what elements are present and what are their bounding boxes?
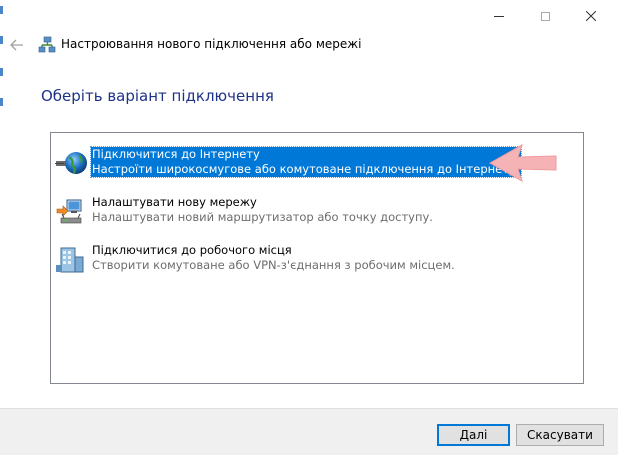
page-heading: Оберіть варіант підключення [41, 87, 274, 105]
edge-tick [0, 6, 3, 14]
wizard-title: Настроювання нового підключення або мере… [61, 37, 362, 51]
option-title: Підключитися до робочого місця [92, 243, 292, 257]
router-setup-icon [56, 199, 82, 224]
next-button[interactable]: Далі [437, 424, 510, 446]
background-window-edge [0, 0, 6, 455]
option-text: Налаштувати нову мережу Налаштувати нови… [92, 195, 433, 225]
globe-network-icon [55, 152, 87, 174]
back-arrow-icon [10, 39, 23, 51]
option-description: Налаштувати новий маршрутизатор або точк… [92, 210, 433, 224]
edge-tick [0, 36, 3, 44]
cancel-button[interactable]: Скасувати [516, 424, 604, 446]
option-title: Підключитися до Інтернету [92, 147, 260, 161]
option-connect-workplace[interactable]: Підключитися до робочого місця Створити … [55, 243, 555, 277]
minimize-button[interactable] [476, 0, 522, 32]
close-icon [586, 11, 596, 21]
back-button[interactable] [8, 36, 26, 54]
option-title: Налаштувати нову мережу [92, 195, 257, 209]
option-description: Створити комутоване або VPN-з'єднання з … [92, 258, 455, 272]
maximize-button[interactable] [522, 0, 568, 32]
option-text: Підключитися до Інтернету Настроїти широ… [89, 146, 523, 178]
workplace-building-icon [56, 247, 84, 273]
edge-tick [0, 98, 3, 106]
close-button[interactable] [568, 0, 614, 32]
wizard-window: Настроювання нового підключення або мере… [0, 0, 618, 455]
network-wizard-icon [38, 36, 56, 53]
edge-tick [0, 68, 3, 76]
maximize-icon [540, 11, 550, 21]
minimize-icon [494, 15, 504, 17]
option-text: Підключитися до робочого місця Створити … [92, 243, 455, 273]
annotation-arrow-icon [488, 143, 557, 183]
option-connect-internet[interactable]: Підключитися до Інтернету Настроїти широ… [55, 146, 555, 181]
option-description: Настроїти широкосмугове або комутоване п… [92, 162, 520, 176]
option-setup-network[interactable]: Налаштувати нову мережу Налаштувати нови… [55, 195, 555, 229]
wizard-footer: Далі Скасувати [0, 408, 618, 455]
